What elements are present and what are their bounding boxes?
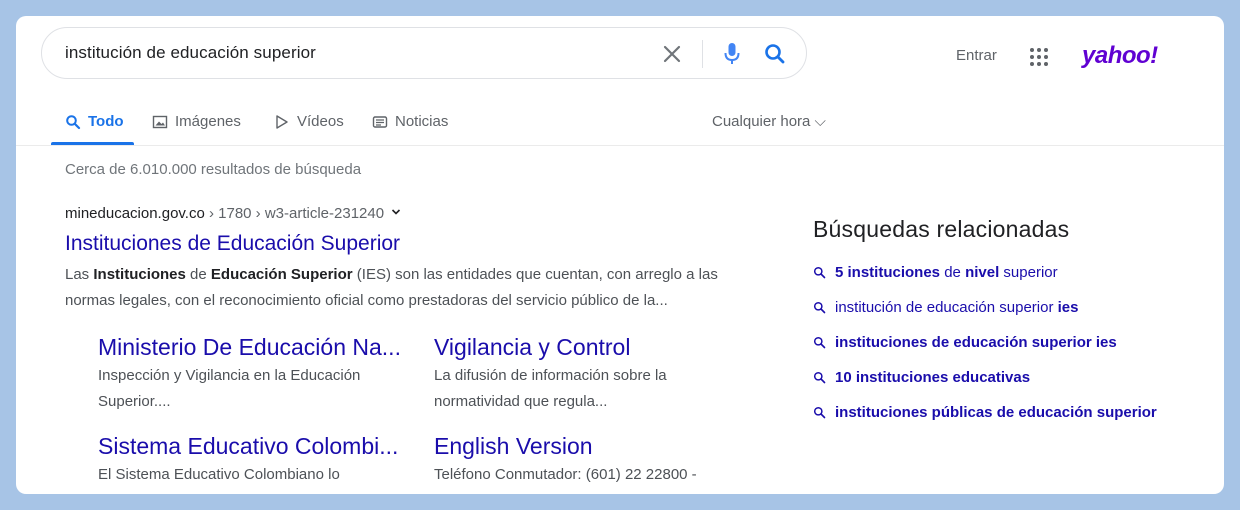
- search-icon: [813, 266, 826, 279]
- result-stats: Cerca de 6.010.000 resultados de búsqued…: [65, 161, 362, 178]
- related-search-label: instituciones públicas de educación supe…: [835, 404, 1157, 421]
- tab-label: Todo: [88, 113, 124, 130]
- clear-icon[interactable]: [660, 42, 684, 66]
- search-icon: [813, 301, 826, 314]
- search-icon[interactable]: [762, 41, 788, 67]
- sitelink-title[interactable]: English Version: [434, 433, 593, 460]
- search-icon: [813, 336, 826, 349]
- search-box[interactable]: institución de educación superior: [41, 27, 807, 79]
- tab-label: Vídeos: [297, 113, 344, 130]
- related-search-item[interactable]: instituciones públicas de educación supe…: [813, 404, 1157, 421]
- result-title-link[interactable]: Instituciones de Educación Superior: [65, 232, 400, 256]
- sitelink-title[interactable]: Ministerio De Educación Na...: [98, 334, 401, 361]
- news-icon: [372, 114, 388, 130]
- related-search-item[interactable]: 5 instituciones de nivel superior: [813, 264, 1058, 281]
- related-search-item[interactable]: instituciones de educación superior ies: [813, 334, 1117, 351]
- search-icon: [813, 371, 826, 384]
- related-search-item[interactable]: 10 instituciones educativas: [813, 369, 1030, 386]
- divider: [702, 40, 703, 68]
- result-domain: mineducacion.gov.co: [65, 205, 205, 222]
- sitelink-description: Teléfono Conmutador: (601) 22 22800 -: [434, 466, 697, 483]
- tab-imagenes[interactable]: Imágenes: [152, 113, 241, 130]
- related-search-item[interactable]: institución de educación superior ies: [813, 299, 1079, 316]
- yahoo-logo[interactable]: yahoo!: [1082, 42, 1158, 70]
- tab-todo[interactable]: Todo: [65, 113, 124, 130]
- result-url[interactable]: mineducacion.gov.co › 1780 › w3-article-…: [65, 205, 402, 222]
- play-icon: [274, 114, 290, 130]
- tab-videos[interactable]: Vídeos: [274, 113, 344, 130]
- search-input[interactable]: institución de educación superior: [65, 43, 316, 63]
- sitelink-description: La difusión de información sobre la norm…: [434, 367, 667, 410]
- search-icon: [65, 114, 81, 130]
- tab-noticias[interactable]: Noticias: [372, 113, 448, 130]
- microphone-icon[interactable]: [720, 40, 744, 68]
- related-search-label: institución de educación superior ies: [835, 299, 1079, 316]
- related-search-label: instituciones de educación superior ies: [835, 334, 1117, 351]
- search-results-card: institución de educación superior Entrar: [16, 16, 1224, 494]
- sitelink-title[interactable]: Sistema Educativo Colombi...: [98, 433, 398, 460]
- search-icon: [813, 406, 826, 419]
- result-path: › 1780 › w3-article-231240: [204, 205, 385, 222]
- related-search-label: 10 instituciones educativas: [835, 369, 1031, 386]
- apps-grid-icon[interactable]: [1028, 46, 1050, 68]
- sitelink-description: El Sistema Educativo Colombiano lo: [98, 466, 340, 483]
- related-searches-heading: Búsquedas relacionadas: [813, 216, 1070, 242]
- tab-label: Noticias: [395, 113, 449, 130]
- divider: [16, 145, 1224, 146]
- search-tabs: Todo Imágenes Vídeos Noticias Cualquier …: [16, 106, 1224, 146]
- signin-link[interactable]: Entrar: [956, 47, 997, 64]
- image-icon: [152, 114, 168, 130]
- time-filter-dropdown[interactable]: Cualquier hora ⌵: [712, 113, 826, 130]
- sitelink-title[interactable]: Vigilancia y Control: [434, 334, 630, 361]
- related-search-label: 5 instituciones de nivel superior: [835, 264, 1058, 281]
- tab-label: Imágenes: [175, 113, 241, 130]
- result-snippet: Las Instituciones de Educación Superior …: [65, 266, 718, 309]
- chevron-down-icon[interactable]: [390, 205, 402, 217]
- sitelink-description: Inspección y Vigilancia en la Educación …: [98, 367, 361, 410]
